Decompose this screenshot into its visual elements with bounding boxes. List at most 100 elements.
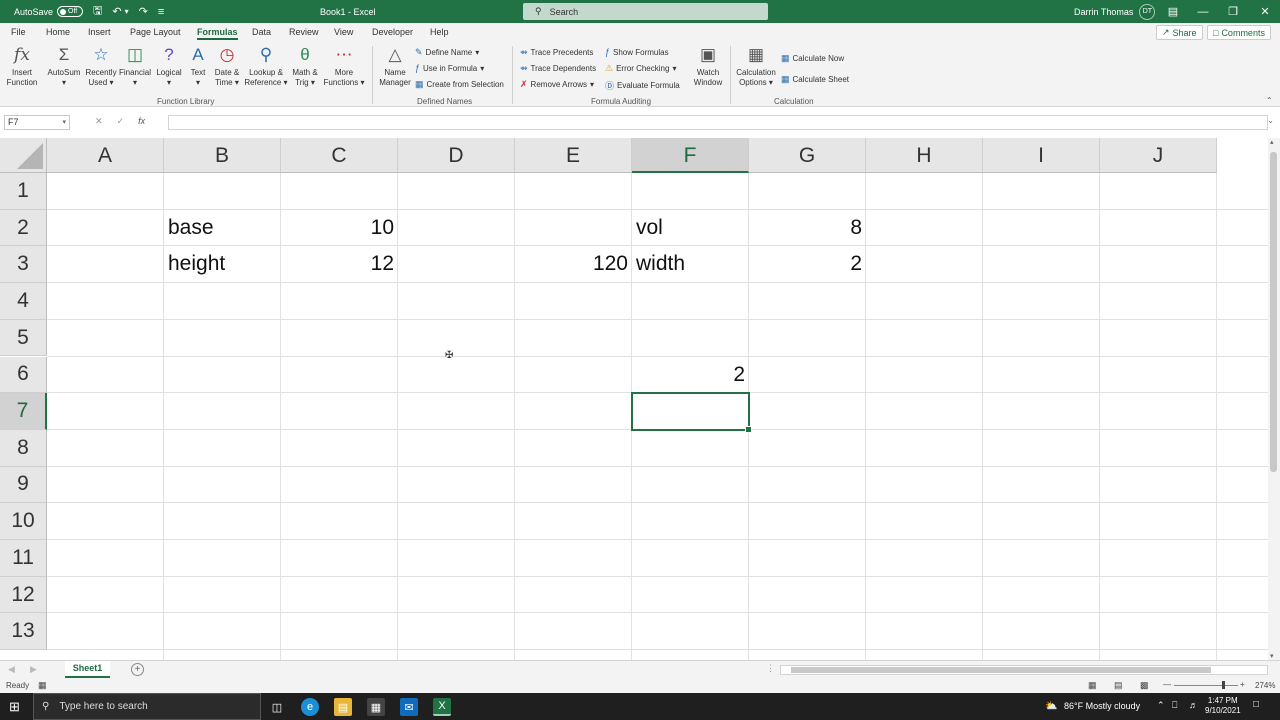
page-break-view-icon[interactable]: ▩: [1140, 680, 1149, 691]
cell-f6[interactable]: 2: [632, 357, 749, 393]
windows-start-icon[interactable]: ⊞: [9, 699, 20, 715]
row-header-8[interactable]: 8: [0, 429, 47, 467]
autosave-toggle[interactable]: Off: [57, 6, 84, 17]
share-button[interactable]: ↗ Share: [1156, 25, 1203, 40]
row-header-4[interactable]: 4: [0, 283, 47, 320]
error-checking-button[interactable]: ⚠ Error Checking ▾: [605, 63, 676, 74]
cell-g3[interactable]: 2: [749, 246, 866, 282]
row-header-1[interactable]: 1: [0, 173, 47, 210]
trace-dependents-button[interactable]: ⇴ Trace Dependents: [520, 63, 596, 74]
restore-icon[interactable]: ❐: [1218, 0, 1248, 23]
logical-button[interactable]: ? Logical ▾: [152, 44, 186, 88]
vertical-scroll-thumb[interactable]: [1270, 152, 1277, 472]
calculate-now-button[interactable]: ▦ Calculate Now: [781, 53, 844, 64]
notifications-icon[interactable]: □: [1253, 699, 1259, 710]
show-formulas-button[interactable]: ƒ Show Formulas: [605, 47, 669, 57]
tab-view[interactable]: View: [334, 27, 353, 37]
cancel-icon[interactable]: ✕: [95, 116, 103, 127]
row-header-9[interactable]: 9: [0, 466, 47, 504]
prev-sheet-icon[interactable]: ◀: [8, 664, 15, 675]
define-name-button[interactable]: ✎ Define Name ▾: [415, 47, 479, 58]
sheet-tab-sheet1[interactable]: Sheet1: [65, 661, 110, 678]
row-header-11[interactable]: 11: [0, 540, 47, 577]
horizontal-scroll-thumb[interactable]: [791, 667, 1211, 673]
scroll-up-icon[interactable]: ▴: [1270, 138, 1274, 146]
cell-e3[interactable]: 120: [515, 246, 632, 282]
tab-help[interactable]: Help: [430, 27, 449, 37]
financial-button[interactable]: ◫ Financial ▾: [118, 44, 152, 88]
zoom-out-icon[interactable]: —: [1163, 680, 1171, 689]
autosave-group[interactable]: AutoSave Off 🖫 ↶ ▾ ↷ ≡: [14, 0, 164, 23]
remove-arrows-button[interactable]: ✗ Remove Arrows ▾: [520, 79, 594, 90]
macro-record-icon[interactable]: ▦: [38, 680, 47, 691]
column-header-f[interactable]: F: [632, 138, 749, 173]
expand-formula-bar-icon[interactable]: ⌄: [1267, 116, 1274, 125]
cell-b2[interactable]: base: [164, 210, 281, 246]
avatar[interactable]: DT: [1139, 3, 1156, 20]
zoom-in-icon[interactable]: +: [1240, 680, 1245, 689]
trace-precedents-button[interactable]: ⇴ Trace Precedents: [520, 47, 593, 58]
calculate-sheet-button[interactable]: ▦ Calculate Sheet: [781, 74, 849, 85]
name-box[interactable]: F7 ▾: [4, 115, 70, 130]
tab-page-layout[interactable]: Page Layout: [130, 27, 181, 37]
more-functions-button[interactable]: ⋯ More Functions ▾: [322, 44, 366, 88]
column-header-b[interactable]: B: [164, 138, 281, 173]
recently-used-button[interactable]: ☆ Recently Used ▾: [84, 44, 118, 88]
save-icon[interactable]: 🖫: [93, 2, 102, 21]
page-layout-view-icon[interactable]: ▤: [1114, 680, 1123, 691]
add-sheet-icon[interactable]: +: [131, 663, 144, 676]
excel-taskbar-icon[interactable]: X: [433, 698, 451, 716]
undo-icon[interactable]: ↶: [112, 5, 121, 18]
account-area[interactable]: Darrin Thomas DT: [1074, 0, 1156, 23]
insert-function-button[interactable]: fx Insert Function: [4, 44, 40, 88]
worksheet-grid[interactable]: A B C D E F G H I J 1 2 3 4 5 6 7 8 9 10 11 12 13 base 10 vol 8 hei…: [0, 138, 1268, 660]
zoom-level[interactable]: 274%: [1255, 681, 1275, 690]
row-header-10[interactable]: 10: [0, 503, 47, 540]
calculation-options-button[interactable]: ▦ Calculation Options ▾: [734, 44, 778, 88]
tab-data[interactable]: Data: [252, 27, 271, 37]
minimize-icon[interactable]: —: [1188, 0, 1218, 23]
tab-formulas[interactable]: Formulas: [197, 27, 238, 40]
date-time-button[interactable]: ◷ Date & Time ▾: [211, 44, 243, 88]
next-sheet-icon[interactable]: ▶: [30, 664, 37, 675]
fx-icon[interactable]: fx: [138, 116, 145, 127]
customize-qat-icon[interactable]: ≡: [158, 6, 164, 18]
cell-f3[interactable]: width: [632, 246, 749, 282]
math-trig-button[interactable]: θ Math & Trig ▾: [289, 44, 321, 88]
enter-icon[interactable]: ✓: [117, 116, 125, 127]
text-button[interactable]: A Text ▾: [186, 44, 210, 88]
row-header-6[interactable]: 6: [0, 356, 47, 394]
taskbar-search[interactable]: ⚲ Type here to search: [33, 693, 261, 720]
file-explorer-icon[interactable]: ▤: [334, 698, 352, 716]
watch-window-button[interactable]: ▣ Watch Window: [690, 44, 726, 88]
mail-icon[interactable]: ✉: [400, 698, 418, 716]
create-from-selection-button[interactable]: ▦ Create from Selection: [415, 79, 504, 90]
tab-developer[interactable]: Developer: [372, 27, 413, 37]
normal-view-icon[interactable]: ▦: [1088, 680, 1097, 691]
zoom-slider-thumb[interactable]: [1222, 681, 1225, 689]
row-header-7[interactable]: 7: [0, 393, 47, 430]
undo-dropdown-icon[interactable]: ▾: [125, 7, 129, 16]
vertical-scrollbar[interactable]: ▴ ▾: [1268, 138, 1280, 660]
weather-icon[interactable]: ⛅: [1045, 701, 1057, 712]
store-icon[interactable]: ▦: [367, 698, 385, 716]
use-in-formula-button[interactable]: ƒ Use in Formula ▾: [415, 63, 484, 73]
column-header-i[interactable]: I: [983, 138, 1100, 173]
name-box-dropdown-icon[interactable]: ▾: [62, 116, 66, 129]
cell-g2[interactable]: 8: [749, 210, 866, 246]
name-manager-button[interactable]: △ Name Manager: [377, 44, 413, 88]
column-header-g[interactable]: G: [749, 138, 866, 173]
formula-input[interactable]: [168, 115, 1268, 130]
tab-splitter-icon[interactable]: ⋮: [766, 663, 775, 674]
cell-b3[interactable]: height: [164, 246, 281, 282]
row-header-3[interactable]: 3: [0, 246, 47, 284]
network-icon[interactable]: ⎕: [1172, 700, 1177, 711]
cell-c2[interactable]: 10: [281, 210, 398, 246]
collapse-ribbon-icon[interactable]: ⌃: [1266, 96, 1273, 105]
select-all-button[interactable]: [0, 138, 47, 173]
horizontal-scrollbar[interactable]: [780, 665, 1268, 675]
edge-icon[interactable]: e: [301, 698, 319, 716]
ribbon-display-options-icon[interactable]: ▤: [1158, 0, 1188, 23]
tab-insert[interactable]: Insert: [88, 27, 111, 37]
row-header-13[interactable]: 13: [0, 613, 47, 651]
